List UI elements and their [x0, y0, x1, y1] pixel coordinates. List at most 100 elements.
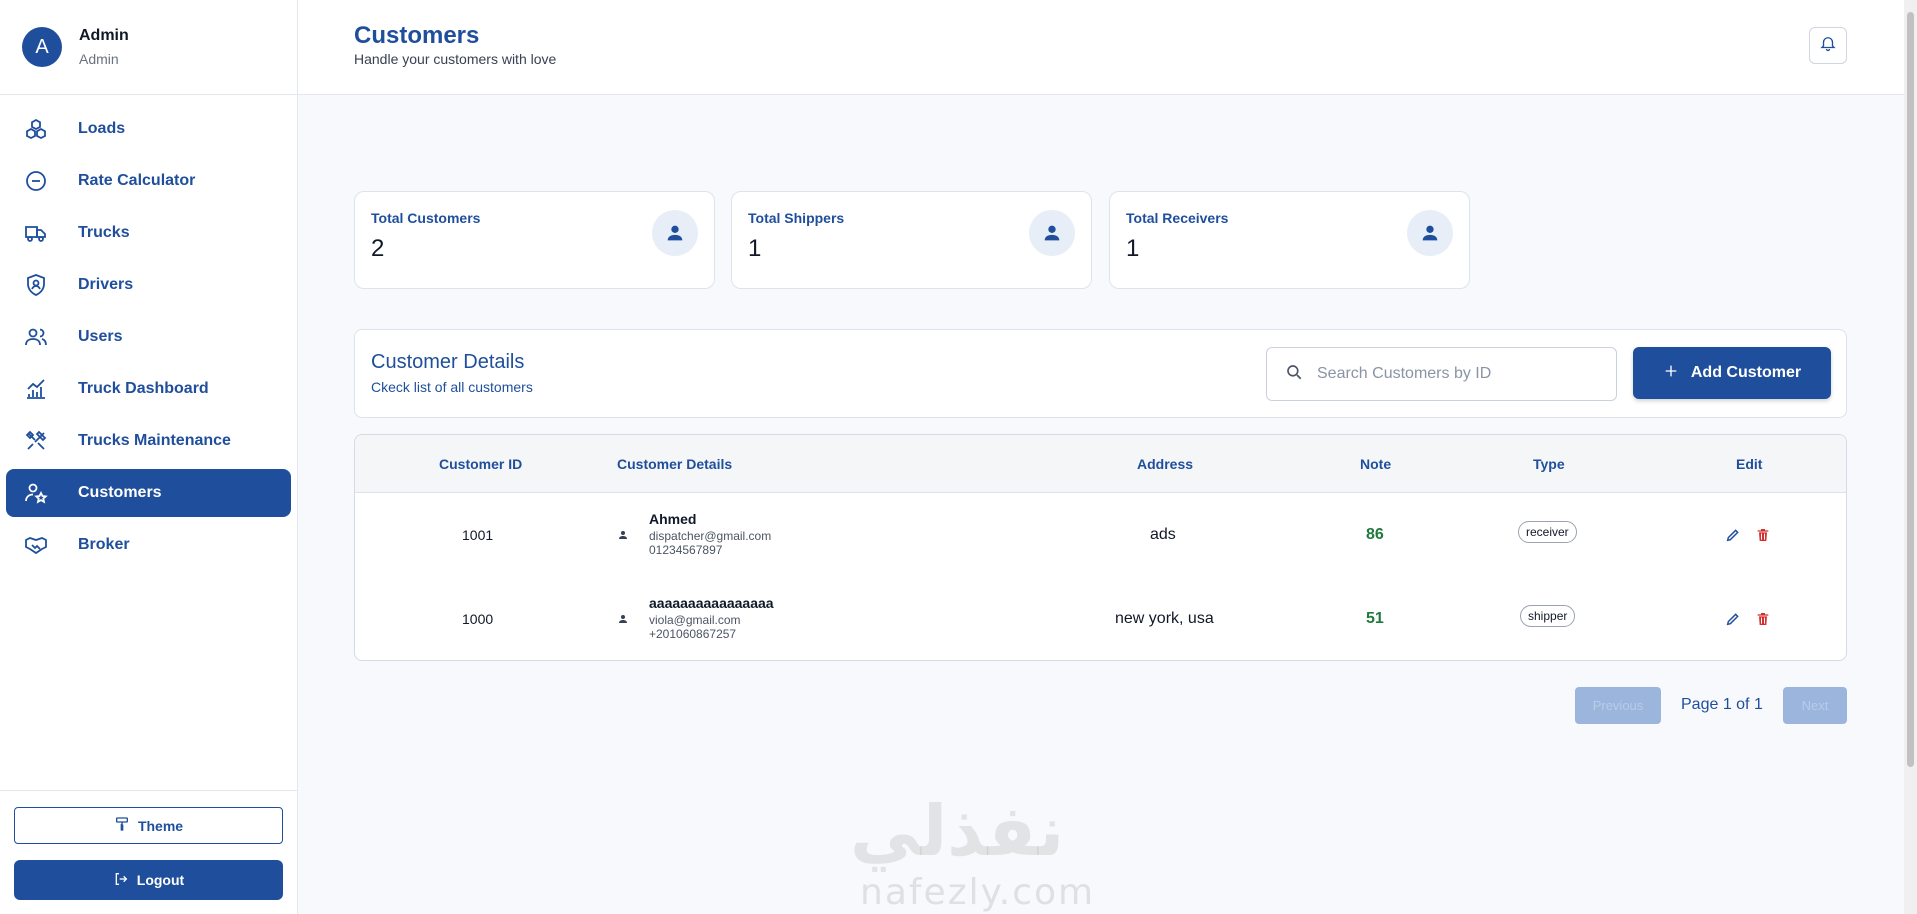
plus-icon [1663, 363, 1679, 384]
stat-label: Total Shippers [748, 210, 845, 226]
delete-icon[interactable] [1755, 527, 1771, 546]
scrollbar-thumb[interactable] [1907, 12, 1914, 767]
sidebar-footer: Theme Logout [0, 790, 297, 914]
section-title: Customer Details [371, 351, 525, 373]
sidebar-item-label: Trucks [78, 224, 130, 241]
customer-address: ads [1150, 526, 1176, 543]
person-icon [617, 612, 629, 628]
sidebar-nav: Loads Rate Calculator Trucks Drivers Use… [0, 95, 297, 569]
page-scrollbar[interactable] [1904, 0, 1917, 914]
customer-phone: 01234567897 [649, 543, 723, 557]
sidebar-item-loads[interactable]: Loads [6, 105, 291, 153]
stat-label: Total Receivers [1126, 210, 1229, 226]
sidebar-item-drivers[interactable]: Drivers [6, 261, 291, 309]
profile-role: Admin [79, 51, 119, 67]
section-subtitle: Ckeck list of all customers [371, 379, 533, 395]
search-input[interactable] [1317, 365, 1597, 383]
avatar[interactable]: A [22, 27, 62, 67]
page-title: Customers [354, 22, 480, 49]
next-page-button[interactable]: Next [1783, 687, 1847, 724]
sidebar-item-trucks[interactable]: Trucks [6, 209, 291, 257]
add-customer-button[interactable]: Add Customer [1633, 347, 1831, 399]
customer-details: aaaaaaaaaaaaaaaa viola@gmail.com +201060… [649, 595, 774, 641]
customer-details-panel: Customer Details Ckeck list of all custo… [354, 329, 1847, 418]
logout-button[interactable]: Logout [14, 860, 283, 900]
stat-label: Total Customers [371, 210, 481, 226]
sidebar-item-label: Broker [78, 536, 130, 553]
type-badge: shipper [1520, 605, 1576, 627]
table-row: 1000 aaaaaaaaaaaaaaaa viola@gmail.com +2… [355, 577, 1846, 660]
user-star-icon [23, 480, 49, 506]
sidebar-item-label: Customers [78, 484, 162, 501]
profile-section: A Admin Admin [0, 0, 297, 95]
sidebar-item-users[interactable]: Users [6, 313, 291, 361]
sidebar-item-label: Rate Calculator [78, 172, 196, 189]
boxes-icon [23, 116, 49, 142]
customer-id: 1001 [462, 527, 494, 543]
theme-button[interactable]: Theme [14, 807, 283, 844]
delete-icon[interactable] [1755, 611, 1771, 630]
chart-icon [23, 376, 49, 402]
sidebar-item-rate-calculator[interactable]: Rate Calculator [6, 157, 291, 205]
theme-label: Theme [137, 817, 184, 834]
customer-address: new york, usa [1115, 610, 1214, 627]
sidebar-item-trucks-maintenance[interactable]: Trucks Maintenance [6, 417, 291, 465]
customer-name: Ahmed [649, 511, 697, 527]
sidebar-item-label: Trucks Maintenance [78, 432, 231, 449]
shield-user-icon [23, 272, 49, 298]
watermark-text: nafezly.com [860, 872, 1096, 913]
notifications-button[interactable] [1809, 27, 1847, 64]
sidebar-item-label: Truck Dashboard [78, 380, 209, 397]
stat-card-total-shippers: Total Shippers 1 [731, 191, 1092, 289]
customer-note: 51 [1366, 610, 1384, 627]
bell-icon [1819, 34, 1837, 57]
sidebar: A Admin Admin Loads Rate Calculator Truc… [0, 0, 298, 914]
page-header: Customers Handle your customers with lov… [298, 0, 1904, 95]
column-header: Edit [1736, 456, 1763, 472]
profile-name: Admin [79, 27, 129, 44]
customer-email: dispatcher@gmail.com [649, 529, 772, 543]
stat-value: 1 [748, 235, 762, 262]
stat-value: 1 [1126, 235, 1140, 262]
add-customer-label: Add Customer [1690, 364, 1802, 381]
truck-icon [23, 220, 49, 246]
logout-icon [113, 871, 129, 890]
stat-value: 2 [371, 235, 385, 262]
search-icon [1285, 363, 1303, 386]
customer-id: 1000 [462, 611, 494, 627]
edit-icon[interactable] [1725, 527, 1741, 546]
circle-minus-icon [23, 168, 49, 194]
column-header: Customer ID [439, 456, 523, 472]
watermark-logo: نفذلي [850, 790, 1065, 872]
paint-roller-icon [114, 816, 130, 835]
sidebar-item-label: Drivers [78, 276, 134, 293]
tools-icon [23, 428, 49, 454]
stat-card-total-customers: Total Customers 2 [354, 191, 715, 289]
customer-name: aaaaaaaaaaaaaaaa [649, 595, 774, 611]
row-actions [1725, 527, 1771, 546]
stat-card-total-receivers: Total Receivers 1 [1109, 191, 1470, 289]
person-icon [1029, 210, 1075, 256]
customer-details: Ahmed dispatcher@gmail.com 01234567897 [649, 511, 771, 557]
table-row: 1001 Ahmed dispatcher@gmail.com 01234567… [355, 493, 1846, 577]
customer-email: viola@gmail.com [649, 613, 741, 627]
sidebar-item-broker[interactable]: Broker [6, 521, 291, 569]
customer-note: 86 [1366, 526, 1384, 543]
edit-icon[interactable] [1725, 611, 1741, 630]
sidebar-item-label: Users [78, 328, 123, 345]
row-actions [1725, 611, 1771, 630]
person-icon [652, 210, 698, 256]
handshake-icon [23, 532, 49, 558]
customer-phone: +201060867257 [649, 627, 737, 641]
search-field[interactable] [1266, 347, 1617, 401]
sidebar-item-customers[interactable]: Customers [6, 469, 291, 517]
logout-label: Logout [136, 872, 185, 888]
previous-page-button[interactable]: Previous [1575, 687, 1661, 724]
users-icon [23, 324, 49, 350]
sidebar-item-truck-dashboard[interactable]: Truck Dashboard [6, 365, 291, 413]
column-header: Note [1360, 456, 1392, 472]
column-header: Customer Details [617, 456, 733, 472]
customers-table: Customer ID Customer Details Address Not… [354, 434, 1847, 661]
table-header: Customer ID Customer Details Address Not… [355, 435, 1846, 493]
sidebar-item-label: Loads [78, 120, 126, 137]
